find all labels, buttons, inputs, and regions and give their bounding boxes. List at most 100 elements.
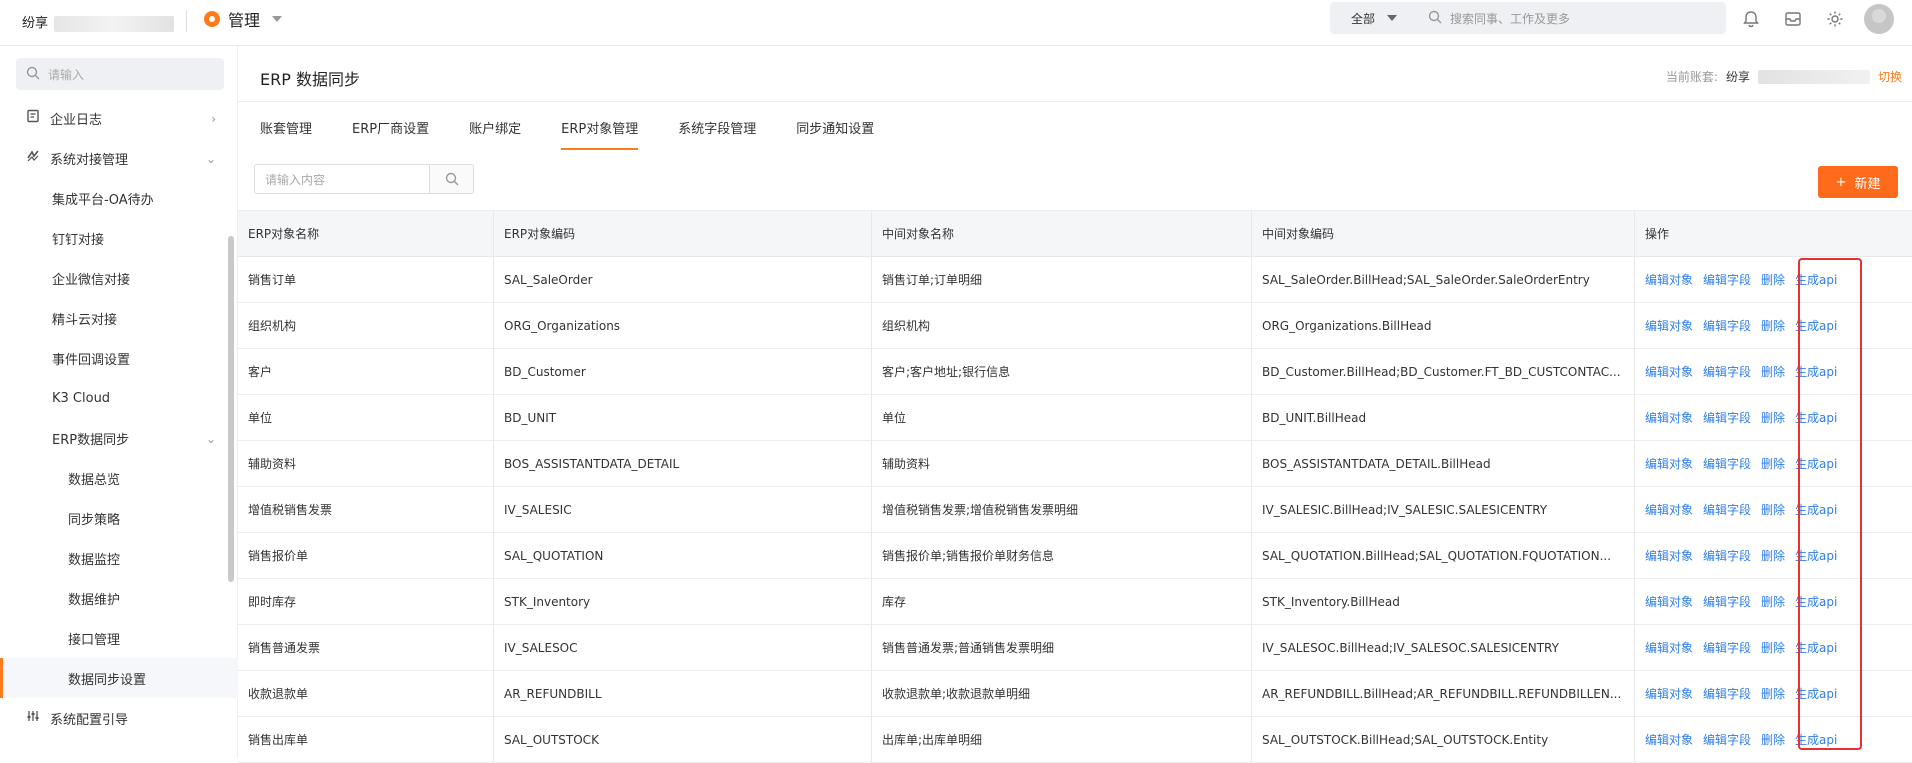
middle-object-code: AR_REFUNDBILL.BillHead;AR_REFUNDBILL.REF… bbox=[1252, 671, 1635, 716]
edit-fields-link[interactable]: 编辑字段 bbox=[1703, 409, 1751, 426]
generate-api-link[interactable]: 生成api bbox=[1795, 639, 1837, 656]
generate-api-link[interactable]: 生成api bbox=[1795, 409, 1837, 426]
generate-api-link[interactable]: 生成api bbox=[1795, 271, 1837, 288]
edit-object-link[interactable]: 编辑对象 bbox=[1645, 317, 1693, 334]
global-search-input[interactable]: 搜索同事、工作及更多 bbox=[1418, 10, 1726, 27]
generate-api-link[interactable]: 生成api bbox=[1795, 593, 1837, 610]
generate-api-link[interactable]: 生成api bbox=[1795, 685, 1837, 702]
sidebar-scrollbar[interactable] bbox=[228, 236, 234, 582]
delete-link[interactable]: 删除 bbox=[1761, 547, 1785, 564]
sidebar-nav: 企业日志 › 系统对接管理 ⌄ 集成平台-OA待办 钉钉对接 企业微信对接 精斗… bbox=[0, 98, 238, 738]
inbox-icon[interactable] bbox=[1780, 6, 1806, 32]
edit-fields-link[interactable]: 编辑字段 bbox=[1703, 317, 1751, 334]
filter-input[interactable]: 请输入内容 bbox=[254, 164, 474, 194]
company-name[interactable]: 纷享 bbox=[22, 12, 175, 32]
delete-link[interactable]: 删除 bbox=[1761, 731, 1785, 748]
generate-api-link[interactable]: 生成api bbox=[1795, 501, 1837, 518]
table-row: 销售报价单 SAL_QUOTATION 销售报价单;销售报价单财务信息 SAL_… bbox=[238, 533, 1912, 579]
delete-link[interactable]: 删除 bbox=[1761, 639, 1785, 656]
generate-api-link[interactable]: 生成api bbox=[1795, 455, 1837, 472]
tab-account-set[interactable]: 账套管理 bbox=[260, 104, 312, 150]
erp-object-name: 辅助资料 bbox=[238, 441, 494, 486]
edit-object-link[interactable]: 编辑对象 bbox=[1645, 455, 1693, 472]
sidebar-item-wecom[interactable]: 企业微信对接 bbox=[0, 258, 238, 298]
search-icon bbox=[26, 66, 40, 83]
middle-object-name: 销售普通发票;普通销售发票明细 bbox=[872, 625, 1252, 670]
delete-link[interactable]: 删除 bbox=[1761, 409, 1785, 426]
delete-link[interactable]: 删除 bbox=[1761, 455, 1785, 472]
sidebar-item-config-guide[interactable]: 系统配置引导 bbox=[0, 698, 238, 738]
edit-object-link[interactable]: 编辑对象 bbox=[1645, 501, 1693, 518]
sidebar-item-sync-strategy[interactable]: 同步策略 bbox=[0, 498, 238, 538]
edit-fields-link[interactable]: 编辑字段 bbox=[1703, 363, 1751, 380]
sidebar-item-data-overview[interactable]: 数据总览 bbox=[0, 458, 238, 498]
delete-link[interactable]: 删除 bbox=[1761, 271, 1785, 288]
middle-object-code: SAL_OUTSTOCK.BillHead;SAL_OUTSTOCK.Entit… bbox=[1252, 717, 1635, 762]
edit-fields-link[interactable]: 编辑字段 bbox=[1703, 547, 1751, 564]
row-actions: 编辑对象 编辑字段 删除 生成api bbox=[1635, 717, 1912, 762]
edit-object-link[interactable]: 编辑对象 bbox=[1645, 547, 1693, 564]
tab-account-binding[interactable]: 账户绑定 bbox=[469, 104, 521, 150]
chevron-down-icon: ⌄ bbox=[205, 432, 216, 446]
erp-object-name: 单位 bbox=[238, 395, 494, 440]
avatar[interactable] bbox=[1864, 4, 1894, 34]
new-button[interactable]: + 新建 bbox=[1818, 166, 1898, 198]
generate-api-link[interactable]: 生成api bbox=[1795, 547, 1837, 564]
delete-link[interactable]: 删除 bbox=[1761, 593, 1785, 610]
app-title: 管理 bbox=[228, 11, 261, 30]
tab-sync-notification[interactable]: 同步通知设置 bbox=[796, 104, 874, 150]
sidebar-item-enterprise-log[interactable]: 企业日志 › bbox=[0, 98, 238, 138]
edit-fields-link[interactable]: 编辑字段 bbox=[1703, 685, 1751, 702]
sidebar-item-system-integration[interactable]: 系统对接管理 ⌄ bbox=[0, 138, 238, 178]
edit-object-link[interactable]: 编辑对象 bbox=[1645, 731, 1693, 748]
app-icon bbox=[204, 11, 220, 27]
gear-icon[interactable] bbox=[1822, 6, 1848, 32]
search-button[interactable] bbox=[429, 165, 473, 193]
sidebar-item-oa-todo[interactable]: 集成平台-OA待办 bbox=[0, 178, 238, 218]
edit-fields-link[interactable]: 编辑字段 bbox=[1703, 455, 1751, 472]
edit-object-link[interactable]: 编辑对象 bbox=[1645, 593, 1693, 610]
page-header: ERP 数据同步 当前账套: 纷享 切换 bbox=[238, 46, 1912, 102]
delete-link[interactable]: 删除 bbox=[1761, 317, 1785, 334]
edit-object-link[interactable]: 编辑对象 bbox=[1645, 271, 1693, 288]
sidebar-item-event-callback[interactable]: 事件回调设置 bbox=[0, 338, 238, 378]
sidebar-item-k3-cloud[interactable]: K3 Cloud bbox=[0, 378, 238, 418]
delete-link[interactable]: 删除 bbox=[1761, 501, 1785, 518]
edit-fields-link[interactable]: 编辑字段 bbox=[1703, 271, 1751, 288]
table-row: 辅助资料 BOS_ASSISTANTDATA_DETAIL 辅助资料 BOS_A… bbox=[238, 441, 1912, 487]
delete-link[interactable]: 删除 bbox=[1761, 685, 1785, 702]
edit-object-link[interactable]: 编辑对象 bbox=[1645, 685, 1693, 702]
sidebar-item-data-monitor[interactable]: 数据监控 bbox=[0, 538, 238, 578]
sidebar-search-input[interactable]: 请输入 bbox=[16, 58, 224, 90]
generate-api-link[interactable]: 生成api bbox=[1795, 363, 1837, 380]
edit-fields-link[interactable]: 编辑字段 bbox=[1703, 731, 1751, 748]
tab-system-field[interactable]: 系统字段管理 bbox=[678, 104, 756, 150]
erp-object-name: 销售订单 bbox=[238, 257, 494, 302]
sidebar-item-jingdouyun[interactable]: 精斗云对接 bbox=[0, 298, 238, 338]
generate-api-link[interactable]: 生成api bbox=[1795, 731, 1837, 748]
delete-link[interactable]: 删除 bbox=[1761, 363, 1785, 380]
sidebar-item-dingtalk[interactable]: 钉钉对接 bbox=[0, 218, 238, 258]
sidebar-item-label: 数据维护 bbox=[68, 592, 121, 608]
switch-account-link[interactable]: 切换 bbox=[1878, 68, 1902, 85]
search-scope-dropdown[interactable]: 全部 bbox=[1330, 10, 1418, 27]
current-account: 当前账套: 纷享 切换 bbox=[1666, 68, 1902, 85]
tab-erp-vendor[interactable]: ERP厂商设置 bbox=[352, 104, 429, 150]
tab-erp-object[interactable]: ERP对象管理 bbox=[561, 104, 639, 150]
app-switcher[interactable]: 管理 bbox=[204, 7, 283, 31]
sidebar-item-erp-sync[interactable]: ERP数据同步 ⌄ bbox=[0, 418, 238, 458]
edit-fields-link[interactable]: 编辑字段 bbox=[1703, 501, 1751, 518]
edit-object-link[interactable]: 编辑对象 bbox=[1645, 639, 1693, 656]
generate-api-link[interactable]: 生成api bbox=[1795, 317, 1837, 334]
column-header: 中间对象编码 bbox=[1252, 211, 1635, 256]
bell-icon[interactable] bbox=[1738, 6, 1764, 32]
edit-fields-link[interactable]: 编辑字段 bbox=[1703, 593, 1751, 610]
chevron-right-icon: › bbox=[211, 112, 216, 126]
edit-fields-link[interactable]: 编辑字段 bbox=[1703, 639, 1751, 656]
sidebar-item-sync-settings[interactable]: 数据同步设置 bbox=[0, 658, 238, 698]
sidebar-item-data-maintenance[interactable]: 数据维护 bbox=[0, 578, 238, 618]
edit-object-link[interactable]: 编辑对象 bbox=[1645, 409, 1693, 426]
sidebar-item-api-management[interactable]: 接口管理 bbox=[0, 618, 238, 658]
sidebar-item-label: 同步策略 bbox=[68, 512, 121, 528]
edit-object-link[interactable]: 编辑对象 bbox=[1645, 363, 1693, 380]
